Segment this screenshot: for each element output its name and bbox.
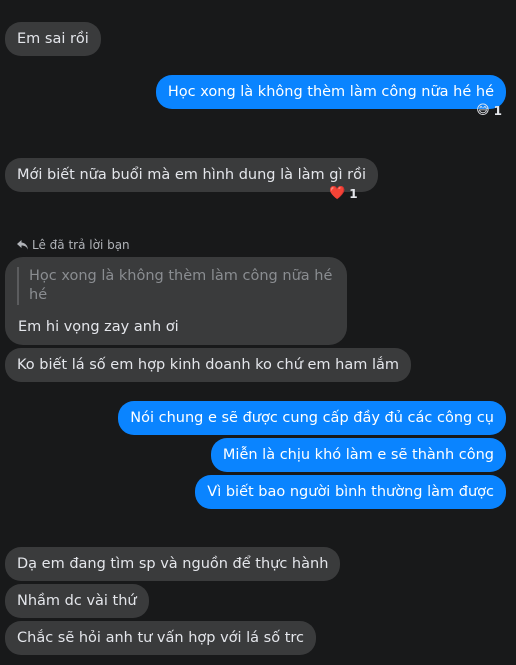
incoming-message[interactable]: Nhầm dc vài thứ [5, 584, 149, 618]
outgoing-message[interactable]: Vì biết bao người bình thường làm được [195, 475, 506, 509]
reply-message[interactable]: Học xong là không thèm làm công nữa hé h… [5, 257, 347, 345]
reaction-count: 1 [349, 186, 358, 201]
grinning-sweat-emoji-icon: 😅 [476, 103, 490, 118]
reply-arrow-icon [17, 240, 28, 250]
reaction-count: 1 [493, 103, 502, 118]
heart-emoji-icon: ❤️ [329, 186, 346, 201]
quoted-message[interactable]: Học xong là không thèm làm công nữa hé h… [17, 267, 341, 305]
message-reaction[interactable]: ❤️ 1 [329, 186, 358, 201]
incoming-message[interactable]: Mới biết nữa buổi mà em hình dung là làm… [5, 158, 378, 192]
message-reaction[interactable]: 😅 1 [476, 103, 502, 118]
incoming-message[interactable]: Chắc sẽ hỏi anh tư vấn hợp với lá số trc [5, 621, 317, 655]
incoming-message[interactable]: Em sai rồi [5, 22, 101, 56]
outgoing-message[interactable]: Miễn là chịu khó làm e sẽ thành công [210, 438, 506, 472]
reply-label-text: Lê đã trả lời bạn [32, 238, 130, 252]
outgoing-message[interactable]: Nói chung e sẽ được cung cấp đầy đủ các … [118, 401, 506, 435]
incoming-message[interactable]: Dạ em đang tìm sp và nguồn để thực hành [5, 547, 341, 581]
outgoing-message[interactable]: Học xong là không thèm làm công nữa hé h… [155, 75, 506, 109]
incoming-message[interactable]: Ko biết lá số em hợp kinh doanh ko chứ e… [5, 348, 411, 382]
reply-message-text: Em hi vọng zay anh ơi [18, 319, 179, 335]
reply-indicator: Lê đã trả lời bạn [17, 238, 130, 252]
